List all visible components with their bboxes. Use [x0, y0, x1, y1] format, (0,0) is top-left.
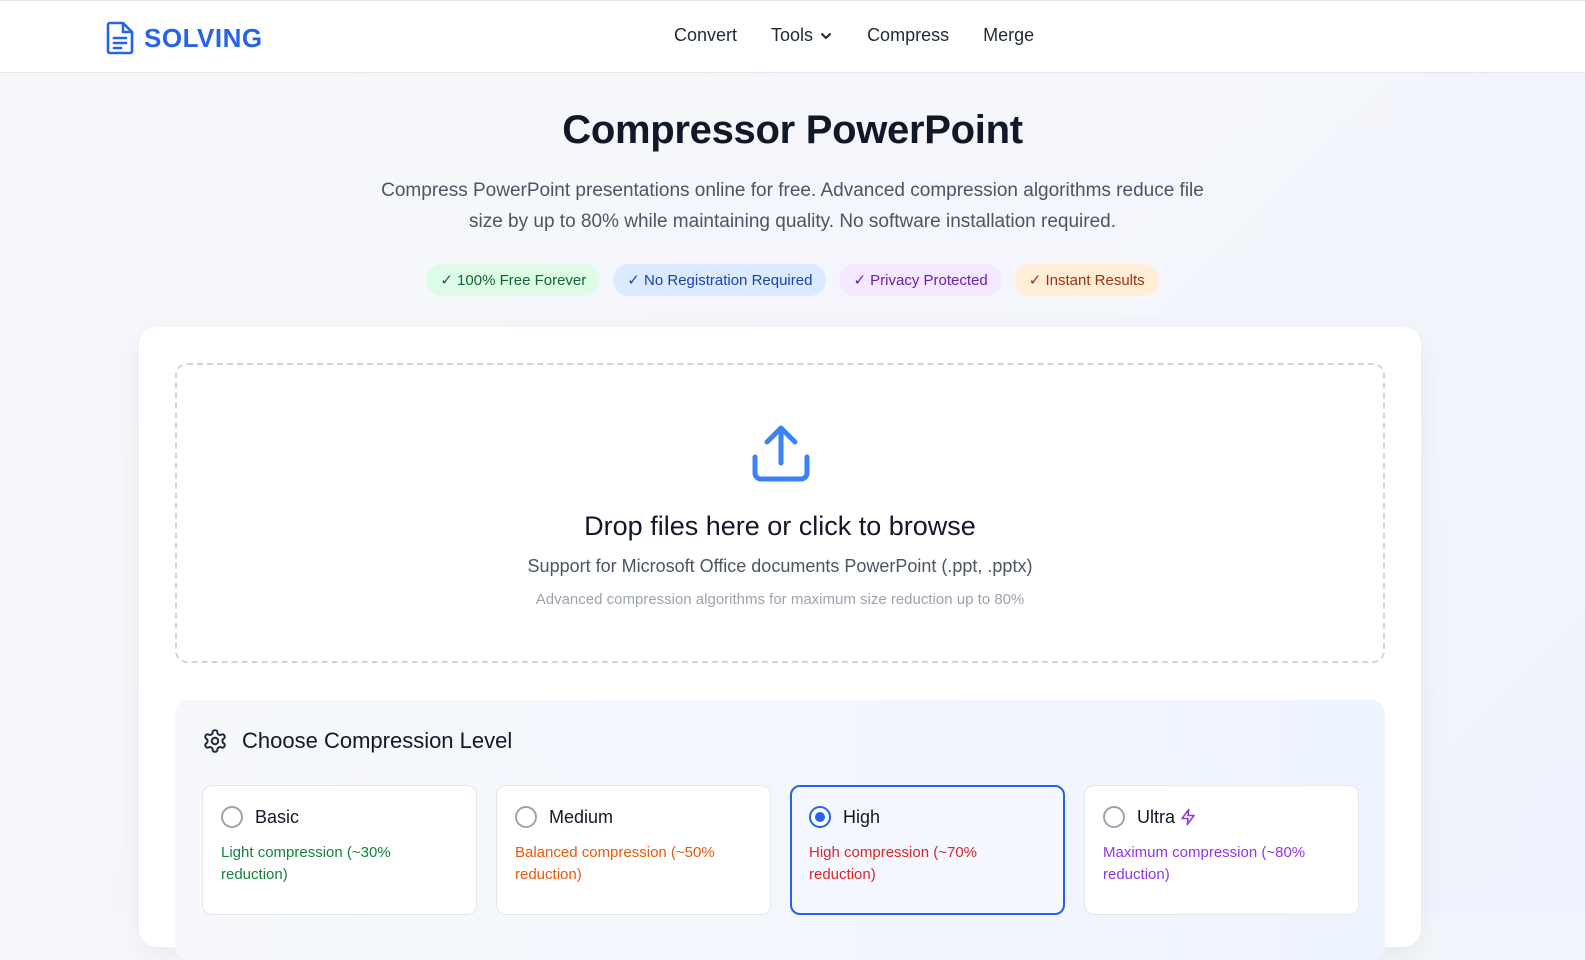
option-ultra-name-wrap: Ultra: [1137, 807, 1197, 828]
chevron-down-icon: [821, 32, 832, 39]
option-ultra-description: Maximum compression (~80% reduction): [1103, 844, 1306, 883]
radio-medium[interactable]: [515, 806, 537, 828]
nav-convert-label: Convert: [674, 25, 738, 45]
file-dropzone[interactable]: Drop files here or click to browse Suppo…: [175, 363, 1385, 663]
option-high-name: High: [843, 806, 881, 827]
option-high[interactable]: High High compression (~70% reduction): [790, 785, 1065, 915]
option-high-description: High compression (~70% reduction): [809, 844, 977, 883]
badge-instant: ✓ Instant Results: [1014, 264, 1159, 296]
brand-name: SOLVING: [144, 22, 263, 53]
main-nav: Convert Tools Compress Merge: [674, 25, 1034, 46]
option-medium[interactable]: Medium Balanced compression (~50% reduct…: [496, 785, 771, 915]
brand-logo[interactable]: SOLVING: [106, 20, 263, 56]
document-icon: [106, 21, 134, 55]
badge-privacy: ✓ Privacy Protected: [839, 264, 1002, 296]
nav-convert[interactable]: Convert: [674, 25, 737, 46]
compression-options: Basic Light compression (~30% reduction)…: [202, 785, 1359, 915]
option-basic-description: Light compression (~30% reduction): [221, 844, 391, 883]
gear-icon: [204, 729, 226, 753]
page-title: Compressor PowerPoint: [562, 108, 1023, 152]
nav-tools-label: Tools: [771, 25, 814, 45]
dropzone-note: Advanced compression algorithms for maxi…: [535, 591, 1025, 608]
option-basic-name: Basic: [255, 806, 300, 827]
option-medium-description: Balanced compression (~50% reduction): [515, 844, 715, 883]
option-high-head: High: [809, 806, 1046, 828]
feature-badges: ✓ 100% Free Forever ✓ No Registration Re…: [0, 264, 1585, 296]
option-medium-name: Medium: [549, 806, 614, 827]
dropzone-title: Drop files here or click to browse: [584, 511, 976, 541]
compression-level-header: Choose Compression Level: [202, 728, 512, 754]
option-basic-head: Basic: [221, 806, 458, 828]
dropzone-subtitle: Support for Microsoft Office documents P…: [527, 556, 1033, 576]
tool-card: Drop files here or click to browse Suppo…: [139, 327, 1421, 960]
option-ultra-head: Ultra: [1103, 806, 1340, 828]
radio-ultra[interactable]: [1103, 806, 1125, 828]
radio-basic[interactable]: [221, 806, 243, 828]
option-ultra[interactable]: Ultra Maximum compression (~80% reductio…: [1084, 785, 1359, 915]
navbar: SOLVING Convert Tools Compress Merge: [0, 0, 1585, 73]
compression-level-panel: Choose Compression Level Basic Light com…: [175, 700, 1385, 960]
lightning-icon: [1181, 808, 1195, 826]
nav-merge[interactable]: Merge: [983, 25, 1034, 46]
nav-compress[interactable]: Compress: [867, 25, 949, 46]
nav-tools[interactable]: Tools: [771, 25, 833, 46]
page-subtitle: Compress PowerPoint presentations online…: [381, 180, 1204, 232]
nav-compress-label: Compress: [867, 25, 950, 45]
option-ultra-name: Ultra: [1137, 806, 1176, 827]
hero: Compressor PowerPoint Compress PowerPoin…: [0, 73, 1585, 296]
upload-icon: [752, 425, 810, 482]
option-medium-head: Medium: [515, 806, 752, 828]
radio-high[interactable]: [809, 806, 831, 828]
badge-no-registration: ✓ No Registration Required: [613, 264, 827, 296]
option-basic[interactable]: Basic Light compression (~30% reduction): [202, 785, 477, 915]
badge-free: ✓ 100% Free Forever: [426, 264, 601, 296]
compression-level-title: Choose Compression Level: [242, 728, 513, 753]
nav-merge-label: Merge: [983, 25, 1035, 45]
